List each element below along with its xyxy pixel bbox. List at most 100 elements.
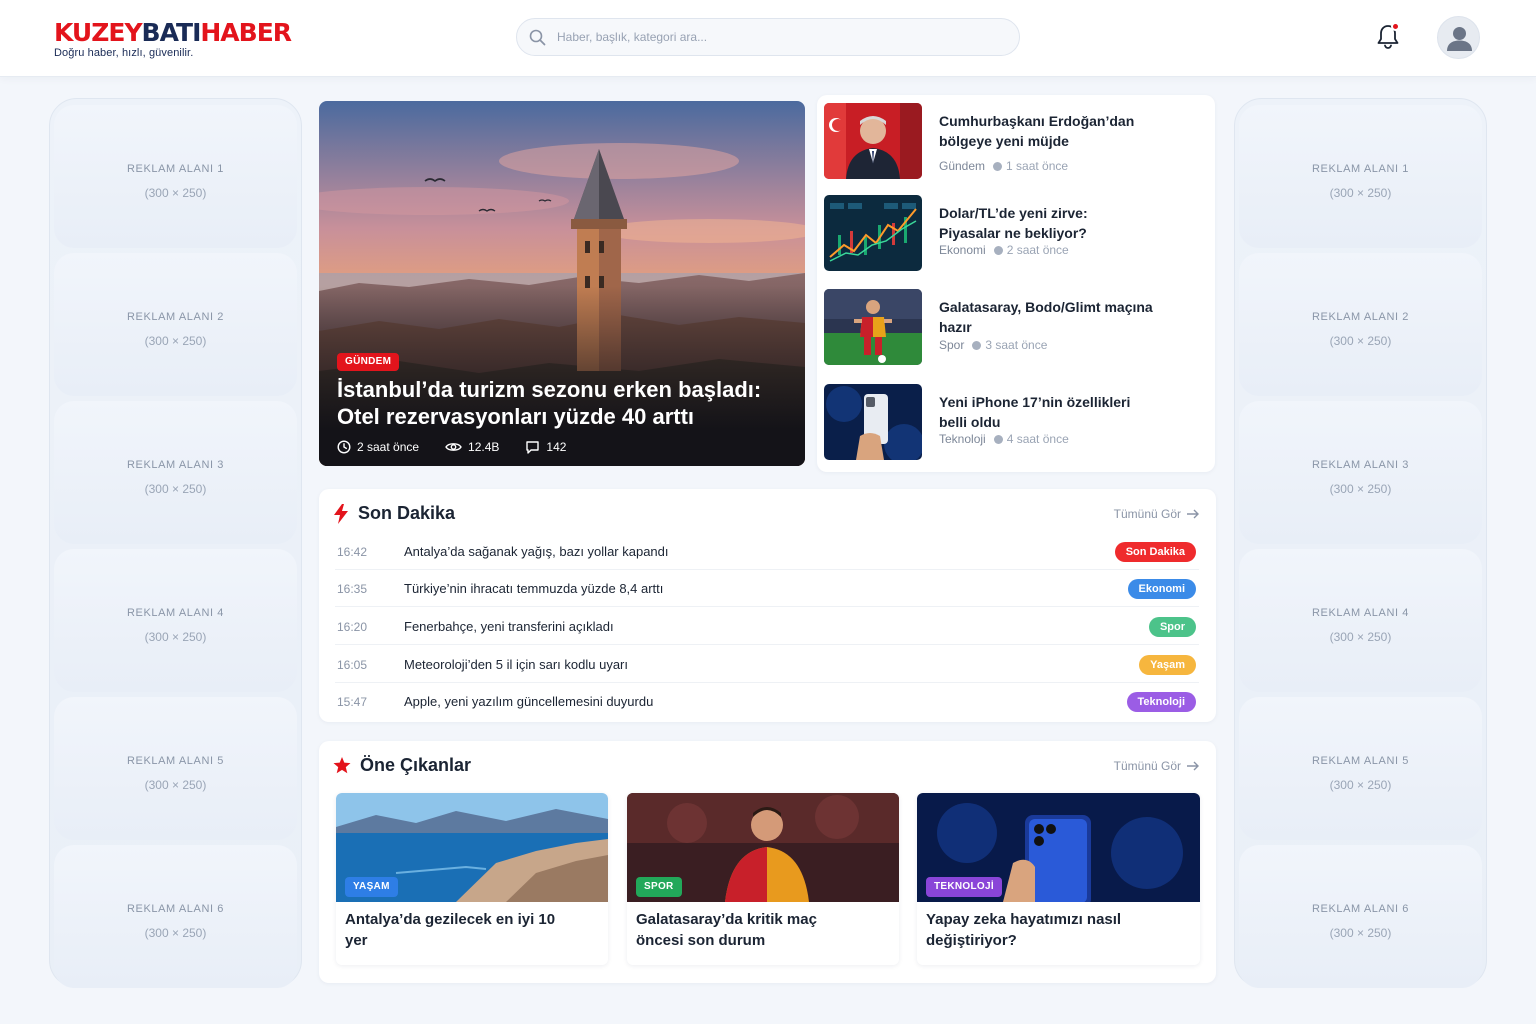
- right-ad-column: REKLAM ALANI 1 (300 × 250) REKLAM ALANI 2…: [1234, 98, 1487, 988]
- ad-slot[interactable]: REKLAM ALANI 3 (300 × 250): [1239, 401, 1482, 544]
- logo-part-haber: HABER: [200, 18, 292, 47]
- notifications-button[interactable]: [1375, 22, 1401, 51]
- breaking-news-header: Son Dakika: [333, 503, 455, 524]
- stock-chart-image: [824, 195, 922, 271]
- featured-see-all-link[interactable]: Tümünü Gör: [1114, 759, 1199, 773]
- clock-icon: [993, 434, 1003, 444]
- see-all-label: Tümünü Gör: [1113, 759, 1181, 773]
- ad-size: (300 × 250): [1329, 778, 1392, 792]
- ad-size: (300 × 250): [1329, 630, 1392, 644]
- ad-size: (300 × 250): [144, 778, 207, 792]
- logo-part-bati: BATI: [141, 18, 202, 47]
- featured-card-title: Yapay zeka hayatımızı nasıl değiştiriyor?: [926, 909, 1166, 951]
- featured-category-tag[interactable]: YAŞAM: [345, 877, 398, 897]
- ad-label: REKLAM ALANI 6: [126, 903, 225, 915]
- hero-article[interactable]: GÜNDEM İstanbul’da turizm sezonu erken b…: [319, 101, 805, 466]
- side-news-title-line: Galatasaray, Bodo/Glimt maçına: [939, 299, 1153, 315]
- ad-slot[interactable]: REKLAM ALANI 1 (300 × 250): [54, 105, 297, 248]
- breaking-news-row[interactable]: 15:47 Apple, yeni yazılım güncellemesini…: [335, 683, 1199, 720]
- side-news-meta: Spor 3 saat önce: [939, 338, 1047, 352]
- arrow-right-icon: [1187, 761, 1199, 771]
- breaking-news-row[interactable]: 16:42 Antalya’da sağanak yağış, bazı yol…: [335, 533, 1199, 570]
- side-news-item[interactable]: Yeni iPhone 17’nin özellikleri belli oldu…: [824, 384, 1204, 462]
- breaking-category-tag[interactable]: Ekonomi: [1127, 579, 1196, 599]
- ad-slot[interactable]: REKLAM ALANI 5 (300 × 250): [54, 697, 297, 840]
- side-news-time: 4 saat önce: [993, 432, 1069, 446]
- ad-slot[interactable]: REKLAM ALANI 2 (300 × 250): [54, 253, 297, 396]
- side-news-category[interactable]: Teknoloji: [939, 432, 986, 446]
- ad-slot[interactable]: REKLAM ALANI 5 (300 × 250): [1239, 697, 1482, 840]
- hero-headline-line2: Otel rezervasyonları yüzde 40 arttı: [337, 404, 695, 429]
- search-bar[interactable]: [516, 18, 1020, 56]
- side-news-title-line: Yeni iPhone 17’nin özellikleri: [939, 394, 1131, 410]
- hero-views: 12.4B: [445, 440, 499, 454]
- breaking-news-row[interactable]: 16:20 Fenerbahçe, yeni transferini açıkl…: [335, 608, 1199, 645]
- featured-card[interactable]: YAŞAM Antalya’da gezilecek en iyi 10 yer: [336, 793, 608, 965]
- eye-icon: [445, 443, 462, 451]
- ad-label: REKLAM ALANI 2: [126, 311, 225, 323]
- breaking-category-tag[interactable]: Spor: [1148, 617, 1196, 637]
- side-news-list: Cumhurbaşkanı Erdoğan’dan bölgeye yeni mü…: [817, 95, 1215, 472]
- breaking-headline: Fenerbahçe, yeni transferini açıkladı: [404, 619, 614, 634]
- side-news-time: 1 saat önce: [993, 159, 1068, 173]
- breaking-time: 16:42: [337, 545, 368, 559]
- politician-image: [824, 103, 922, 179]
- breaking-news-row[interactable]: 16:35 Türkiye’nin ihracatı temmuzda yüzd…: [335, 570, 1199, 607]
- side-news-time-text: 1 saat önce: [1006, 159, 1069, 173]
- ad-slot[interactable]: REKLAM ALANI 1 (300 × 250): [1239, 105, 1482, 248]
- side-news-time: 3 saat önce: [972, 338, 1047, 352]
- notification-badge: [1391, 22, 1400, 31]
- featured-title-line: Antalya’da gezilecek en iyi 10: [345, 911, 556, 928]
- clock-icon: [337, 440, 351, 454]
- ad-slot[interactable]: REKLAM ALANI 3 (300 × 250): [54, 401, 297, 544]
- featured-category-tag[interactable]: SPOR: [636, 877, 682, 897]
- ad-label: REKLAM ALANI 2: [1311, 311, 1410, 323]
- side-news-item[interactable]: Galatasaray, Bodo/Glimt maçına hazır Spor…: [824, 289, 1204, 367]
- side-news-title: Yeni iPhone 17’nin özellikleri belli oldu: [939, 392, 1169, 432]
- side-news-item[interactable]: Cumhurbaşkanı Erdoğan’dan bölgeye yeni mü…: [824, 103, 1204, 181]
- featured-title-line: öncesi son durum: [636, 932, 766, 949]
- breaking-category-tag[interactable]: Yaşam: [1139, 655, 1196, 675]
- hero-comments[interactable]: 142: [525, 440, 566, 454]
- ad-size: (300 × 250): [1329, 334, 1392, 348]
- ad-size: (300 × 250): [144, 482, 207, 496]
- side-news-title-line: Piyasalar ne bekliyor?: [939, 225, 1087, 241]
- ad-slot[interactable]: REKLAM ALANI 6 (300 × 250): [54, 845, 297, 988]
- featured-panel: Öne Çıkanlar Tümünü Gör YAŞAM Antalya’da…: [319, 741, 1216, 983]
- hero-headline[interactable]: İstanbul’da turizm sezonu erken başladı:…: [337, 376, 787, 430]
- side-news-category[interactable]: Ekonomi: [939, 243, 986, 257]
- hero-category-badge[interactable]: GÜNDEM: [337, 353, 400, 371]
- side-news-category[interactable]: Spor: [939, 338, 964, 352]
- hero-time-text: 2 saat önce: [357, 440, 420, 454]
- side-news-title-line: Dolar/TL’de yeni zirve:: [939, 205, 1088, 221]
- ad-size: (300 × 250): [144, 630, 207, 644]
- ad-label: REKLAM ALANI 3: [1311, 459, 1410, 471]
- ad-slot[interactable]: REKLAM ALANI 4 (300 × 250): [54, 549, 297, 692]
- comment-icon: [526, 441, 540, 454]
- side-news-item[interactable]: Dolar/TL’de yeni zirve: Piyasalar ne bekl…: [824, 195, 1204, 273]
- hero-views-count: 12.4B: [468, 440, 500, 454]
- featured-category-tag[interactable]: TEKNOLOJİ: [926, 877, 1002, 897]
- side-news-time-text: 4 saat önce: [1006, 432, 1069, 446]
- hero-comments-count: 142: [546, 440, 567, 454]
- featured-card-title: Antalya’da gezilecek en iyi 10 yer: [345, 909, 585, 951]
- side-news-meta: Teknoloji 4 saat önce: [939, 432, 1069, 446]
- breaking-category-tag[interactable]: Son Dakika: [1114, 542, 1196, 562]
- search-input[interactable]: [557, 19, 1007, 55]
- breaking-category-tag[interactable]: Teknoloji: [1126, 692, 1196, 712]
- ad-slot[interactable]: REKLAM ALANI 2 (300 × 250): [1239, 253, 1482, 396]
- ad-slot[interactable]: REKLAM ALANI 4 (300 × 250): [1239, 549, 1482, 692]
- ad-slot[interactable]: REKLAM ALANI 6 (300 × 250): [1239, 845, 1482, 988]
- user-avatar[interactable]: [1437, 16, 1480, 59]
- side-news-title-line: belli oldu: [939, 414, 1001, 430]
- breaking-see-all-link[interactable]: Tümünü Gör: [1114, 507, 1199, 521]
- side-news-category[interactable]: Gündem: [939, 159, 985, 173]
- featured-title-line: yer: [345, 932, 368, 949]
- featured-card[interactable]: SPOR Galatasaray’da kritik maç öncesi son…: [627, 793, 899, 965]
- featured-card[interactable]: TEKNOLOJİ Yapay zeka hayatımızı nasıl değ…: [917, 793, 1200, 965]
- ad-size: (300 × 250): [1329, 926, 1392, 940]
- breaking-news-row[interactable]: 16:05 Meteoroloji’den 5 il için sarı kod…: [335, 646, 1199, 683]
- site-logo[interactable]: KUZEYBATIHABER Doğru haber, hızlı, güven…: [54, 18, 292, 59]
- side-news-time-text: 3 saat önce: [985, 338, 1048, 352]
- featured-title: Öne Çıkanlar: [360, 755, 472, 775]
